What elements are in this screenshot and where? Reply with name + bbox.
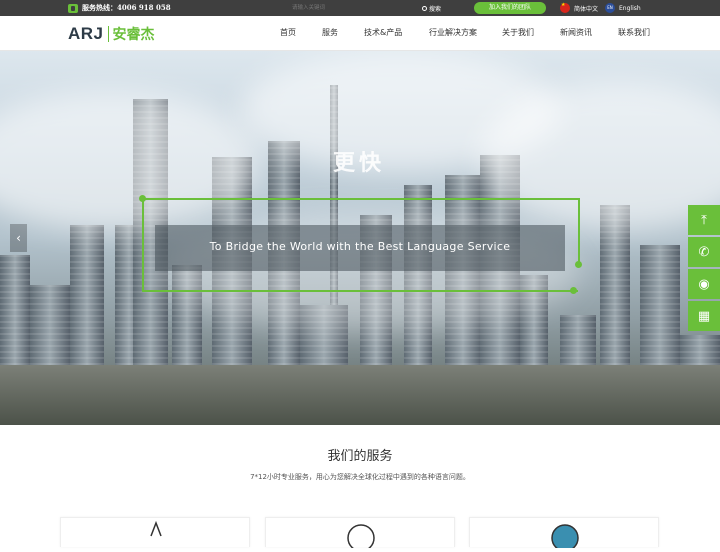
- hotline-text: 服务热线：4006 918 058: [82, 3, 171, 12]
- qq-icon[interactable]: ◉: [688, 269, 720, 299]
- hero-title: 更快: [333, 151, 386, 176]
- search-button-label: 搜索: [429, 5, 442, 13]
- services-title: 我们的服务: [327, 449, 393, 464]
- qr-code-icon[interactable]: ▦: [688, 301, 720, 331]
- main-nav: ARJ 安睿杰 首页 服务 技术&产品 行业解决方案 关于我们 新闻资讯 联系我…: [0, 16, 720, 51]
- side-toolbar: ⤒ ✆ ◉ ▦: [688, 205, 720, 333]
- service-card[interactable]: [60, 517, 250, 547]
- lang-english[interactable]: EN English: [605, 3, 641, 13]
- services-section: 我们的服务 7*12小时专业服务，用心为您解决全球化过程中遇到的各种语言问题。: [0, 425, 720, 552]
- nav-item-tech-products[interactable]: 技术&产品: [364, 27, 402, 38]
- frame-dot: [139, 195, 146, 202]
- search-bar: 搜索: [292, 3, 450, 13]
- lang-chinese-label: 简体中文: [574, 5, 599, 13]
- hero-banner: 更快 To Bridge the World with the Best Lan…: [0, 51, 720, 425]
- search-button[interactable]: 搜索: [422, 4, 441, 13]
- nav-item-contact[interactable]: 联系我们: [618, 27, 650, 38]
- nav-item-home[interactable]: 首页: [280, 27, 296, 38]
- search-icon: [422, 5, 427, 11]
- join-team-button[interactable]: 加入我们的团队: [474, 2, 546, 14]
- lang-chinese[interactable]: 简体中文: [560, 2, 599, 13]
- hero-subtitle: To Bridge the World with the Best Langua…: [209, 240, 511, 253]
- service-icon: [347, 524, 375, 552]
- nav-item-industry-solutions[interactable]: 行业解决方案: [429, 27, 477, 38]
- top-bar: 服务热线：4006 918 058 搜索 加入我们的团队 简体中文 EN Eng…: [0, 0, 720, 16]
- ground-rooftops: [0, 365, 720, 425]
- frame-dot: [570, 287, 577, 294]
- service-icon: [150, 520, 162, 537]
- service-card[interactable]: [265, 517, 455, 552]
- english-flag-icon: EN: [605, 3, 615, 13]
- phone-icon[interactable]: ✆: [688, 237, 720, 267]
- top-arrow-icon[interactable]: ⤒: [688, 205, 720, 235]
- nav-menu: 首页 服务 技术&产品 行业解决方案 关于我们 新闻资讯 联系我们: [0, 16, 720, 51]
- nav-item-news[interactable]: 新闻资讯: [560, 27, 592, 38]
- lang-english-label: English: [619, 4, 641, 12]
- service-card[interactable]: [469, 517, 659, 552]
- china-flag-icon: [560, 2, 570, 13]
- services-description: 7*12小时专业服务，用心为您解决全球化过程中遇到的各种语言问题。: [250, 473, 470, 481]
- prev-slide-button[interactable]: ‹: [10, 224, 27, 252]
- service-icon: [551, 524, 579, 552]
- nav-item-about[interactable]: 关于我们: [502, 27, 534, 38]
- frame-dot: [575, 261, 582, 268]
- search-input[interactable]: [292, 3, 422, 13]
- service-hotline: 服务热线：4006 918 058: [68, 3, 171, 13]
- nav-item-services[interactable]: 服务: [322, 27, 338, 38]
- phone-icon: [68, 3, 78, 13]
